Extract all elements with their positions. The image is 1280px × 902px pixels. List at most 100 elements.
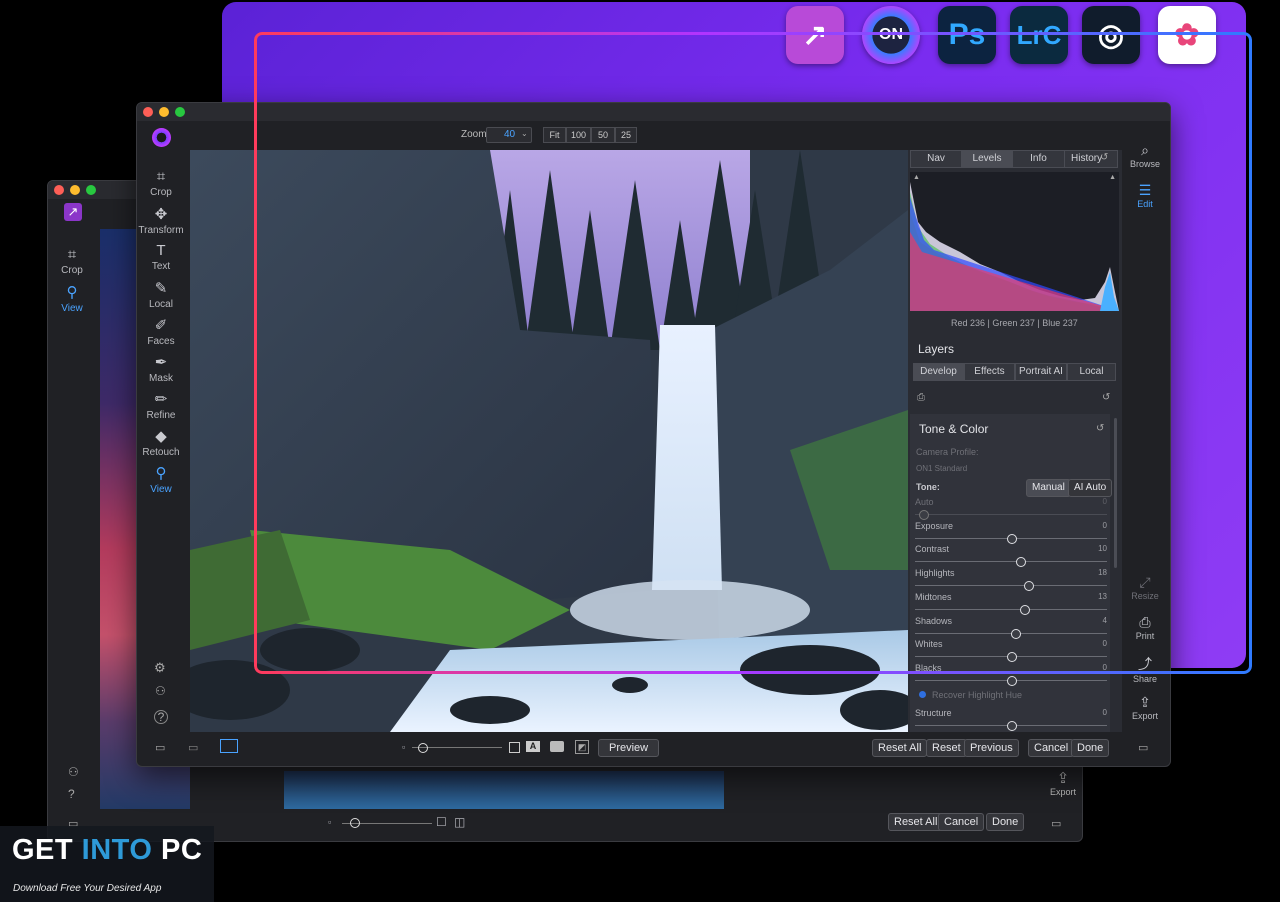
- slider-knob[interactable]: [919, 510, 929, 520]
- slider-value[interactable]: 0: [1103, 497, 1107, 506]
- slider-value[interactable]: 13: [1098, 592, 1107, 601]
- panel-toggle-icon[interactable]: ▭: [155, 741, 165, 754]
- close-button[interactable]: [143, 107, 153, 117]
- slider-track[interactable]: [915, 585, 1107, 587]
- slider-knob[interactable]: [1007, 721, 1017, 731]
- done-button[interactable]: Done: [986, 813, 1025, 831]
- highlight-clip-icon[interactable]: ▲: [1109, 174, 1116, 181]
- shadow-clip-icon[interactable]: ▲: [913, 174, 920, 181]
- slider-knob[interactable]: [1007, 533, 1017, 544]
- zoom-preset-25[interactable]: 25: [615, 127, 637, 143]
- tab-nav[interactable]: Nav: [910, 150, 962, 168]
- camera-profile-value[interactable]: ON1 Standard: [916, 464, 967, 473]
- tool-export[interactable]: ⇪ Export: [1121, 694, 1169, 721]
- cancel-button[interactable]: Cancel: [938, 813, 985, 831]
- user-icon[interactable]: ⚇: [155, 684, 166, 698]
- tool-crop[interactable]: ⌗ Crop: [131, 168, 191, 198]
- compare-icon[interactable]: ◫: [454, 815, 465, 829]
- tool-mask[interactable]: ✒ Mask: [131, 353, 191, 384]
- zoom-preset-100[interactable]: 100: [566, 127, 591, 143]
- recover-highlight-checkbox[interactable]: [919, 691, 926, 698]
- preview-button[interactable]: Preview: [598, 739, 660, 757]
- tab-history[interactable]: History: [1064, 150, 1118, 168]
- slider-value[interactable]: 0: [1103, 639, 1107, 648]
- tone-ai-auto-button[interactable]: AI Auto: [1068, 479, 1113, 497]
- reset-layer-icon[interactable]: ↺: [1102, 392, 1110, 403]
- right-panel-toggle-icon[interactable]: ▭: [1138, 741, 1148, 754]
- reset-all-button[interactable]: Reset All: [888, 813, 944, 831]
- fit-view-icon[interactable]: [509, 742, 520, 753]
- tool-label: Refine: [146, 410, 176, 421]
- tool-label: Print: [1135, 631, 1155, 641]
- panel-scrollbar[interactable]: [1114, 418, 1117, 568]
- tool-edit[interactable]: ☰ Edit: [1121, 182, 1169, 209]
- tool-text[interactable]: T Text: [131, 242, 191, 272]
- zoom-preset-50[interactable]: 50: [591, 127, 615, 143]
- tool-print[interactable]: ⎙ Print: [1121, 614, 1169, 641]
- reset-button[interactable]: Reset: [926, 739, 967, 757]
- slider-knob[interactable]: [1007, 675, 1017, 686]
- tool-transform[interactable]: ✥ Transform: [131, 205, 191, 236]
- module-tab-portrait-ai[interactable]: Portrait AI: [1015, 363, 1067, 381]
- slider-value[interactable]: 0: [1103, 521, 1107, 530]
- single-view-icon[interactable]: [220, 739, 238, 753]
- module-tab-effects[interactable]: Effects: [964, 363, 1015, 381]
- slider-knob[interactable]: [1020, 604, 1030, 615]
- done-button[interactable]: Done: [1071, 739, 1110, 757]
- tab-info[interactable]: Info: [1012, 150, 1065, 168]
- filmstrip-icon[interactable]: ▭: [188, 741, 198, 754]
- close-button[interactable]: [54, 185, 64, 195]
- module-tab-develop[interactable]: Develop: [913, 363, 964, 381]
- save-preset-icon[interactable]: ⎙: [917, 392, 925, 403]
- zoom-slider-knob[interactable]: [350, 818, 360, 828]
- tool-faces[interactable]: ✐ Faces: [131, 316, 191, 347]
- slider-value[interactable]: 18: [1098, 568, 1107, 577]
- zoom-button[interactable]: [175, 107, 185, 117]
- zoom-preset-fit[interactable]: Fit: [543, 127, 566, 143]
- tool-retouch[interactable]: ◆ Retouch: [131, 427, 191, 458]
- slider-track[interactable]: [915, 561, 1107, 563]
- mask-view-icon[interactable]: [550, 741, 564, 752]
- slider-value[interactable]: 4: [1103, 616, 1107, 625]
- tool-view[interactable]: ⚲ View: [131, 464, 191, 495]
- tool-crop[interactable]: ⌗ Crop: [42, 246, 102, 276]
- user-icon[interactable]: ⚇: [68, 765, 79, 779]
- reset-all-button[interactable]: Reset All: [872, 739, 928, 757]
- zoom-select[interactable]: 40 ⌄: [486, 127, 532, 143]
- slider-knob[interactable]: [1016, 557, 1026, 568]
- slider-knob[interactable]: [1007, 652, 1017, 663]
- minimize-button[interactable]: [70, 185, 80, 195]
- minimize-button[interactable]: [159, 107, 169, 117]
- tool-view[interactable]: ⚲ View: [42, 283, 102, 314]
- slider-knob[interactable]: [1011, 628, 1021, 639]
- zoom-slider-knob[interactable]: [418, 743, 428, 753]
- slider-knob[interactable]: [1024, 581, 1034, 592]
- help-icon[interactable]: ?: [154, 710, 168, 724]
- tool-local[interactable]: ✎ Local: [131, 279, 191, 310]
- help-icon[interactable]: ?: [68, 787, 75, 801]
- tool-browse[interactable]: ⌕ Browse: [1121, 142, 1169, 169]
- module-tab-local[interactable]: Local: [1067, 363, 1116, 381]
- tool-refine[interactable]: ✏ Refine: [131, 390, 191, 421]
- fit-view-icon[interactable]: ☐: [436, 815, 447, 829]
- export-tool[interactable]: ⇪ Export: [1048, 769, 1078, 797]
- auto-icon[interactable]: A: [526, 741, 540, 752]
- cancel-button[interactable]: Cancel: [1028, 739, 1075, 757]
- slider-track[interactable]: [915, 608, 1107, 610]
- tool-share[interactable]: ⤴ Share: [1121, 654, 1169, 684]
- slider-value[interactable]: 10: [1098, 544, 1107, 553]
- history-reset-icon[interactable]: ↺: [1100, 152, 1108, 163]
- zoom-button[interactable]: [86, 185, 96, 195]
- previous-button[interactable]: Previous: [964, 739, 1019, 757]
- compare-icon[interactable]: ◩: [575, 740, 589, 754]
- tab-levels[interactable]: Levels: [961, 150, 1013, 168]
- text-icon: T: [156, 242, 166, 259]
- slider-value[interactable]: 0: [1103, 663, 1107, 672]
- reset-section-icon[interactable]: ↺: [1096, 423, 1104, 434]
- tone-manual-button[interactable]: Manual: [1026, 479, 1071, 497]
- slider-value[interactable]: 0: [1103, 708, 1107, 717]
- slider-track[interactable]: [915, 514, 1107, 515]
- tool-resize[interactable]: ⤢ Resize: [1121, 574, 1169, 601]
- right-panel-toggle-icon[interactable]: ▭: [1051, 817, 1061, 830]
- layers-stack-icon[interactable]: ⚙: [154, 660, 166, 676]
